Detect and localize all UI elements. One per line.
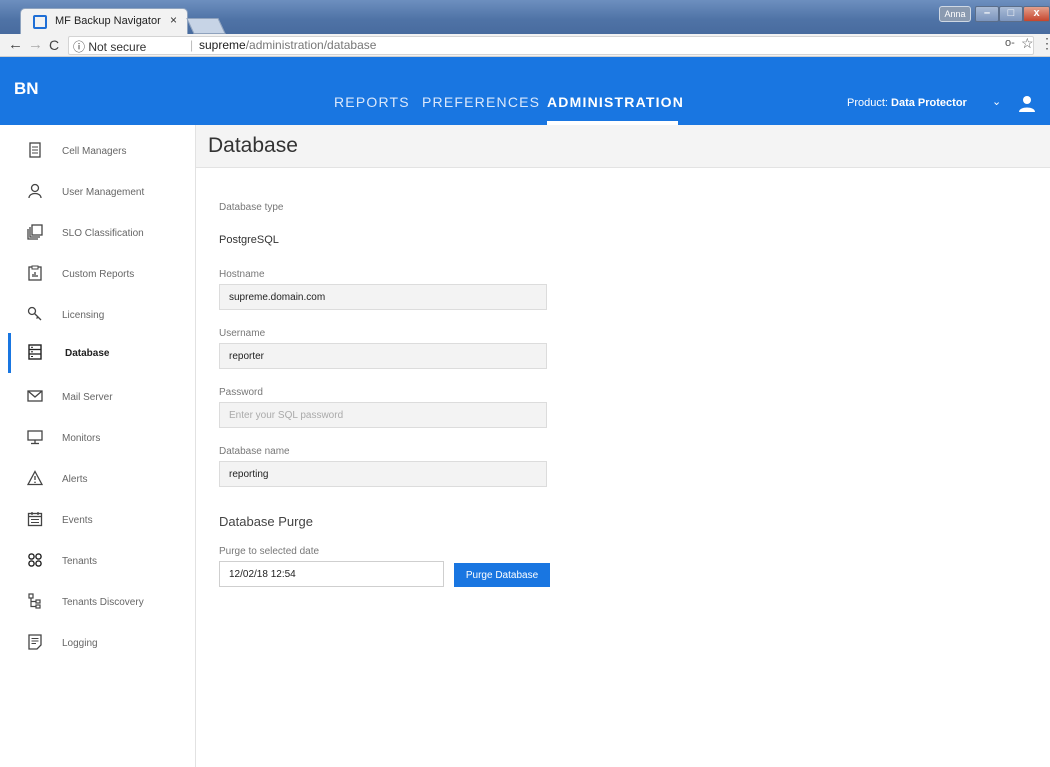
minimize-icon[interactable]: –	[975, 6, 999, 22]
maximize-icon[interactable]: □	[999, 6, 1023, 22]
sidebar-item-cell-managers[interactable]: Cell Managers	[8, 131, 195, 171]
app-favicon-icon	[33, 15, 47, 29]
sidebar-item-label: Logging	[62, 638, 98, 649]
log-icon	[28, 634, 42, 650]
sidebar-item-tenants[interactable]: Tenants	[8, 541, 195, 581]
layers-icon	[27, 224, 43, 240]
back-arrow-icon[interactable]: ←	[8, 36, 23, 53]
page-title-bar: Database	[196, 125, 1050, 168]
sidebar-item-label: Licensing	[62, 310, 105, 321]
nav-preferences[interactable]: PREFERENCES	[422, 94, 540, 110]
purge-section-heading: Database Purge	[219, 514, 313, 529]
sidebar-item-monitors[interactable]: Monitors	[8, 418, 195, 458]
browser-menu-icon[interactable]: ⋮	[1040, 35, 1050, 52]
browser-tab[interactable]: MF Backup Navigator ×	[20, 8, 188, 34]
sidebar-item-label: User Management	[62, 187, 145, 198]
sidebar-item-slo-classification[interactable]: SLO Classification	[8, 213, 195, 253]
password-field[interactable]	[219, 402, 547, 428]
sidebar-item-custom-reports[interactable]: Custom Reports	[8, 254, 195, 294]
hostname-field[interactable]	[219, 284, 547, 310]
username-field[interactable]	[219, 343, 547, 369]
purge-date-input[interactable]	[219, 561, 444, 587]
main-content: Database Database type PostgreSQL Hostna…	[196, 125, 1050, 767]
sidebar-item-tenants-discovery[interactable]: Tenants Discovery	[8, 582, 195, 622]
product-selector[interactable]: Product: Data Protector	[847, 97, 967, 109]
nav-administration[interactable]: ADMINISTRATION	[547, 94, 684, 110]
url-host: supreme	[199, 38, 246, 52]
database-name-field[interactable]	[219, 461, 547, 487]
mail-icon	[27, 390, 43, 402]
calendar-icon	[27, 512, 43, 527]
sidebar-item-label: Custom Reports	[62, 269, 135, 280]
product-value: Data Protector	[891, 97, 967, 109]
hierarchy-icon	[28, 593, 41, 609]
bookmark-star-icon[interactable]: ☆	[1021, 35, 1034, 52]
document-icon	[29, 142, 41, 158]
database-type-label: Database type	[219, 202, 284, 213]
database-name-label: Database name	[219, 446, 290, 457]
url-text: supreme/administration/database	[199, 38, 376, 52]
url-input[interactable]: ⓘ Not secure | supreme/administration/da…	[68, 36, 1034, 55]
forward-arrow-icon[interactable]: →	[28, 36, 43, 53]
database-icon	[28, 344, 42, 360]
sidebar-item-events[interactable]: Events	[8, 500, 195, 540]
sidebar-item-label: Cell Managers	[62, 146, 127, 157]
nav-reports[interactable]: REPORTS	[334, 94, 410, 110]
sidebar-item-label: Events	[62, 515, 93, 526]
address-bar: ← → C ⓘ Not secure | supreme/administrat…	[0, 34, 1050, 57]
sidebar-item-label: Monitors	[62, 433, 101, 444]
reload-icon[interactable]: C	[49, 37, 59, 53]
sidebar-item-label: Tenants	[62, 556, 98, 567]
password-key-icon[interactable]: o-	[1005, 37, 1015, 49]
security-status[interactable]: ⓘ Not secure	[73, 38, 146, 55]
clipboard-chart-icon	[28, 265, 42, 281]
database-type-value: PostgreSQL	[219, 234, 279, 246]
sidebar-item-label: SLO Classification	[62, 228, 144, 239]
tab-title: MF Backup Navigator	[55, 15, 161, 27]
window-close-icon[interactable]: x	[1023, 6, 1050, 22]
warning-icon	[27, 470, 43, 486]
sidebar-item-logging[interactable]: Logging	[8, 623, 195, 663]
sidebar-item-label: Alerts	[62, 474, 88, 485]
username-label: Username	[219, 328, 266, 339]
url-path: /administration/database	[245, 38, 377, 52]
sidebar-item-label: Database	[65, 348, 110, 359]
purge-database-button[interactable]: Purge Database	[454, 563, 550, 587]
hostname-label: Hostname	[219, 269, 265, 280]
purge-date-label: Purge to selected date	[219, 546, 320, 557]
monitor-icon	[27, 430, 43, 445]
url-separator: |	[190, 38, 194, 52]
new-tab-button[interactable]	[186, 18, 226, 34]
page-title: Database	[208, 134, 298, 157]
product-label: Product:	[847, 97, 888, 109]
sidebar-item-label: Tenants Discovery	[62, 597, 144, 608]
sidebar-item-database[interactable]: Database	[8, 333, 195, 373]
app-logo[interactable]: BN	[14, 79, 39, 99]
password-label: Password	[219, 387, 263, 398]
sidebar-item-mail-server[interactable]: Mail Server	[8, 377, 195, 417]
tab-close-icon[interactable]: ×	[170, 13, 177, 27]
sidebar: Cell Managers User Management SLO Classi…	[0, 125, 196, 767]
sidebar-item-alerts[interactable]: Alerts	[8, 459, 195, 499]
sidebar-item-user-management[interactable]: User Management	[8, 172, 195, 212]
group-icon	[28, 553, 42, 567]
sidebar-item-label: Mail Server	[62, 392, 113, 403]
user-icon	[28, 183, 42, 199]
user-account-icon[interactable]	[1018, 95, 1036, 113]
sidebar-item-licensing[interactable]: Licensing	[8, 295, 195, 335]
chevron-down-icon[interactable]: ⌄	[992, 95, 1001, 108]
app-header: BN REPORTS PREFERENCES ADMINISTRATION Pr…	[0, 57, 1050, 125]
key-icon	[27, 306, 42, 321]
browser-user-badge[interactable]: Anna	[939, 6, 971, 22]
